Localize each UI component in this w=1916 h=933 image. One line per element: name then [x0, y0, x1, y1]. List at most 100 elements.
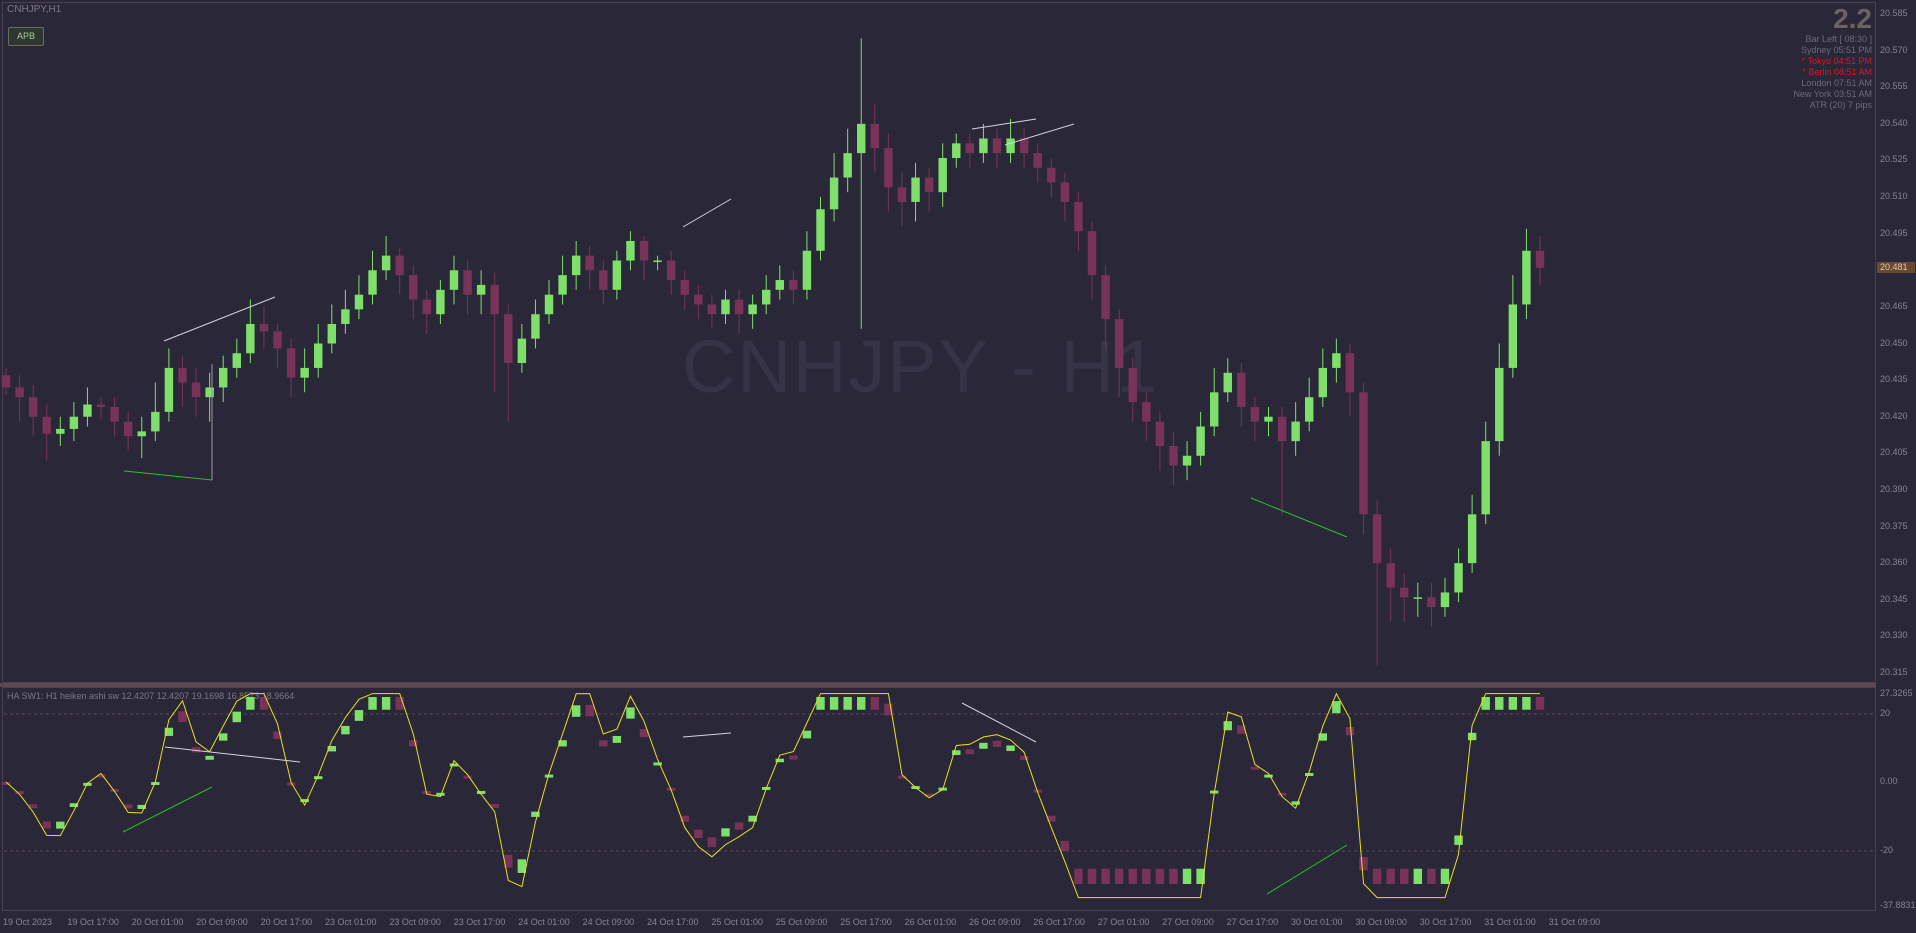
price-tick: 20.330 [1880, 630, 1908, 641]
indicator-bar [1332, 701, 1341, 714]
indicator-bar [857, 697, 866, 710]
candle-body [1481, 441, 1490, 515]
candle-body [762, 289, 771, 305]
indicator-bar [1006, 745, 1015, 751]
candle-body [1332, 353, 1341, 368]
candle-body [1277, 416, 1287, 442]
candle-body [775, 280, 784, 290]
price-tick: 20.570 [1880, 44, 1908, 55]
candle-body [15, 387, 24, 398]
time-tick: 26 Oct 09:00 [969, 917, 1021, 927]
time-tick: 25 Oct 17:00 [840, 917, 892, 927]
candle-body [1074, 201, 1083, 232]
candle-body [1, 375, 11, 388]
indicator-bar [707, 837, 717, 848]
indicator-tick: 0.00 [1880, 776, 1898, 786]
indicator-bar [1250, 766, 1260, 770]
candle-body [639, 240, 649, 261]
price-tick: 20.375 [1880, 520, 1908, 531]
time-tick: 19 Oct 17:00 [67, 917, 119, 927]
time-tick: 27 Oct 17:00 [1226, 917, 1279, 927]
current-price-label: 20.481 [1877, 261, 1915, 273]
indicator-bar [1522, 697, 1531, 710]
price-tick: 20.540 [1880, 117, 1908, 128]
indicator-bar [1413, 868, 1423, 884]
candle-body [911, 177, 920, 202]
candle-body [1264, 416, 1273, 422]
candle-body [653, 260, 662, 263]
indicator-bar [571, 705, 581, 717]
candle-body [897, 187, 907, 202]
candle-body [286, 348, 296, 378]
indicator-bar [992, 740, 1002, 747]
indicator-tick: -20 [1880, 845, 1894, 855]
candle-body [1522, 250, 1531, 305]
candle-body [857, 123, 866, 154]
time-tick: 19 Oct 2023 [3, 917, 53, 927]
time-tick: 31 Oct 09:00 [1548, 917, 1601, 927]
time-tick: 20 Oct 09:00 [196, 917, 248, 927]
candle-body [544, 294, 554, 315]
indicator-bar [1087, 868, 1097, 884]
candle-body [558, 275, 567, 295]
time-tick: 20 Oct 17:00 [260, 917, 313, 927]
time-tick: 25 Oct 09:00 [775, 917, 828, 927]
indicator-bar [1481, 697, 1490, 710]
candle-body [327, 323, 337, 344]
indicator-bar [599, 740, 608, 747]
price-tick: 20.465 [1880, 300, 1908, 311]
candle-body [178, 367, 187, 383]
price-tick: 20.315 [1880, 667, 1908, 677]
candle-body [137, 431, 146, 437]
candle-body [28, 397, 38, 417]
candle-body [965, 143, 975, 154]
divergence-arrow-green [123, 470, 213, 481]
candle-body [707, 304, 717, 315]
candle-body [1291, 421, 1300, 442]
candle-body [314, 343, 323, 368]
candle-body [1318, 367, 1328, 398]
indicator-bar [1114, 868, 1124, 884]
indicator-bar [1169, 868, 1178, 884]
price-tick: 20.345 [1880, 593, 1908, 604]
indicator-bar [1101, 868, 1110, 884]
indicator-tick: 27.3265 [1880, 688, 1913, 698]
indicator-bar [246, 697, 255, 710]
candle-body [83, 404, 92, 417]
divergence-arrow-green [1266, 844, 1348, 895]
candle-body [1413, 597, 1423, 599]
indicator-bar [789, 755, 798, 760]
candle-body [1386, 563, 1395, 588]
candle-body [1101, 275, 1110, 320]
candle-body [1508, 304, 1518, 368]
divergence-arrow-green [1250, 497, 1348, 538]
indicator-bar [979, 742, 988, 749]
candle-body [205, 387, 214, 398]
candle-body [1345, 353, 1355, 393]
indicator-bar [1019, 756, 1029, 760]
price-tick: 20.450 [1880, 337, 1908, 348]
divergence-arrow-green [122, 786, 213, 833]
candle-body [341, 309, 350, 324]
candle-body [1006, 138, 1015, 154]
indicator-bar [721, 828, 730, 837]
price-tick: 20.360 [1880, 557, 1908, 568]
candle-body [1440, 592, 1450, 608]
time-tick: 26 Oct 01:00 [904, 917, 957, 927]
indicator-bar [612, 735, 622, 743]
indicator-bar [42, 821, 51, 829]
candle-body [1467, 514, 1477, 564]
indicator-bar [1155, 868, 1165, 884]
candle-body [612, 260, 622, 290]
price-tick: 20.495 [1880, 227, 1908, 238]
divergence-arrow-white [163, 296, 276, 342]
candle-body [1237, 372, 1246, 407]
candle-body [1250, 406, 1260, 422]
indicator-tick: 20 [1880, 708, 1891, 718]
indicator-line [5, 692, 1540, 899]
time-tick: 31 Oct 01:00 [1484, 917, 1536, 927]
indicator-bar [965, 749, 975, 755]
candle-body [1114, 319, 1124, 368]
indicator-bar [1440, 868, 1450, 884]
indicator-bar [1508, 697, 1518, 710]
